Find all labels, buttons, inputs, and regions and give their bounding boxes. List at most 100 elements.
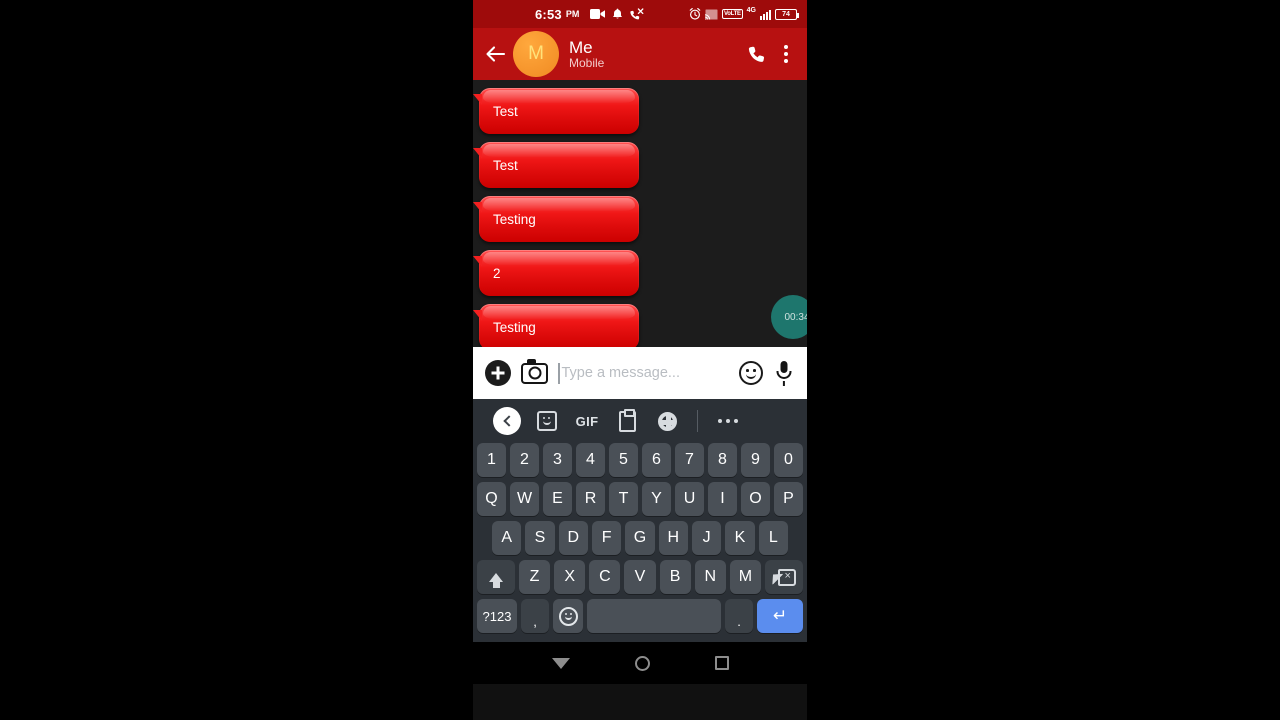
key-v[interactable]: V — [624, 560, 656, 594]
shift-key[interactable] — [477, 560, 515, 594]
keyboard-toolbar: GIF — [473, 399, 807, 443]
expand-toolbar-icon[interactable] — [487, 407, 527, 435]
battery-icon: 74 — [775, 8, 799, 20]
key-o[interactable]: O — [741, 482, 770, 516]
key-z[interactable]: Z — [519, 560, 551, 594]
key-f[interactable]: F — [592, 521, 622, 555]
emoji-icon[interactable] — [739, 361, 763, 385]
microphone-icon[interactable] — [773, 360, 795, 386]
battery-level: 74 — [782, 10, 790, 18]
key-5[interactable]: 5 — [609, 443, 638, 477]
key-a[interactable]: A — [492, 521, 522, 555]
key-m[interactable]: M — [729, 560, 761, 594]
enter-key[interactable]: ↵ — [757, 599, 803, 633]
message-bubble[interactable]: Test — [473, 142, 639, 188]
message-row[interactable]: Test — [473, 88, 807, 142]
backspace-key[interactable]: × — [764, 560, 803, 594]
key-w[interactable]: W — [510, 482, 539, 516]
message-bubble[interactable]: Testing — [473, 304, 639, 347]
key-r[interactable]: R — [576, 482, 605, 516]
key-x[interactable]: X — [554, 560, 586, 594]
add-attachment-icon[interactable] — [485, 360, 511, 386]
key-7[interactable]: 7 — [675, 443, 704, 477]
message-text: Test — [493, 103, 518, 119]
key-8[interactable]: 8 — [708, 443, 737, 477]
camera-icon[interactable] — [521, 358, 548, 384]
key-1[interactable]: 1 — [477, 443, 506, 477]
screen-recorder-timer[interactable]: 00:34 — [771, 295, 807, 339]
video-recorder-icon — [590, 9, 606, 19]
keyboard-row-top: Q W E R T Y U I O P — [473, 482, 807, 516]
message-row[interactable]: Testing — [473, 196, 807, 250]
message-input[interactable]: Type a message... — [558, 358, 729, 388]
key-i[interactable]: I — [708, 482, 737, 516]
text-cursor — [558, 362, 560, 384]
keyboard-row-home: A S D F G H J K L — [473, 521, 807, 555]
nav-recents-icon[interactable] — [714, 656, 729, 670]
key-4[interactable]: 4 — [576, 443, 605, 477]
nav-home-icon[interactable] — [634, 655, 650, 671]
recorder-elapsed: 00:34 — [784, 311, 807, 323]
keyboard-row-space: ?123 , . ↵ — [473, 599, 807, 633]
soft-keyboard: GIF 1 2 3 4 5 6 7 8 9 0 Q W E R T Y U I … — [473, 399, 807, 642]
status-bar-left: 6:53 PM — [535, 7, 644, 22]
key-6[interactable]: 6 — [642, 443, 671, 477]
bell-icon — [612, 8, 623, 20]
keyboard-row-bottom: Z X C V B N M × — [473, 560, 807, 594]
status-bar-right: VoLTE 4G 74 — [689, 7, 799, 20]
more-icon[interactable] — [708, 418, 748, 424]
key-g[interactable]: G — [625, 521, 655, 555]
message-bubble[interactable]: 2 — [473, 250, 639, 296]
key-c[interactable]: C — [589, 560, 621, 594]
key-l[interactable]: L — [758, 521, 788, 555]
enter-icon: ↵ — [772, 606, 788, 625]
gif-button[interactable]: GIF — [567, 414, 607, 429]
keyboard-row-numbers: 1 2 3 4 5 6 7 8 9 0 — [473, 443, 807, 477]
key-k[interactable]: K — [725, 521, 755, 555]
key-3[interactable]: 3 — [543, 443, 572, 477]
contact-name: Me — [569, 37, 593, 57]
period-key[interactable]: . — [725, 599, 753, 633]
key-s[interactable]: S — [525, 521, 555, 555]
cast-icon — [705, 9, 718, 20]
key-d[interactable]: D — [558, 521, 588, 555]
comma-key[interactable]: , — [521, 599, 549, 633]
emoji-key[interactable] — [553, 599, 583, 633]
missed-call-icon — [630, 8, 644, 20]
system-navigation-bar — [473, 642, 807, 684]
gear-icon[interactable] — [647, 411, 687, 431]
avatar[interactable]: M — [513, 31, 559, 77]
message-text: 2 — [493, 265, 501, 281]
key-0[interactable]: 0 — [774, 443, 803, 477]
nav-back-icon[interactable] — [551, 657, 570, 669]
key-y[interactable]: Y — [642, 482, 671, 516]
back-arrow-icon[interactable] — [483, 41, 509, 67]
message-bubble[interactable]: Test — [473, 88, 639, 134]
status-time: 6:53 — [535, 6, 562, 22]
message-bubble[interactable]: Testing — [473, 196, 639, 242]
key-b[interactable]: B — [659, 560, 691, 594]
key-9[interactable]: 9 — [741, 443, 770, 477]
key-j[interactable]: J — [691, 521, 722, 555]
key-e[interactable]: E — [543, 482, 572, 516]
key-h[interactable]: H — [658, 521, 688, 555]
header-titles[interactable]: Me Mobile — [569, 38, 741, 70]
sticker-icon[interactable] — [527, 411, 567, 431]
key-q[interactable]: Q — [477, 482, 506, 516]
key-2[interactable]: 2 — [510, 443, 539, 477]
key-t[interactable]: T — [609, 482, 638, 516]
symbols-key[interactable]: ?123 — [477, 599, 517, 633]
key-p[interactable]: P — [774, 482, 803, 516]
key-u[interactable]: U — [675, 482, 704, 516]
message-row[interactable]: Test — [473, 142, 807, 196]
space-key[interactable] — [587, 599, 721, 633]
message-list[interactable]: Test Test Testing 2 Testing 00:34 — [473, 80, 807, 347]
clipboard-icon[interactable] — [607, 408, 647, 432]
key-n[interactable]: N — [694, 560, 726, 594]
message-row[interactable]: Testing — [473, 304, 807, 347]
contact-subtitle: Mobile — [569, 55, 605, 70]
call-icon[interactable] — [745, 39, 771, 69]
more-options-icon[interactable] — [775, 39, 797, 69]
message-row[interactable]: 2 — [473, 250, 807, 304]
status-ampm: PM — [565, 9, 580, 19]
